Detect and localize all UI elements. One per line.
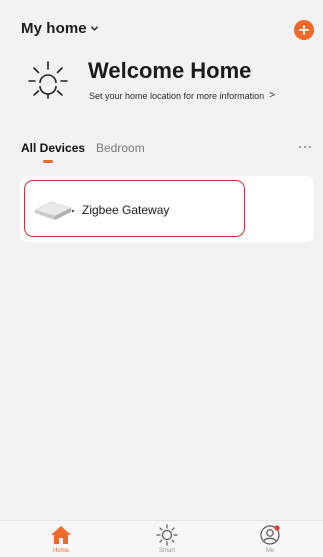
tab-all-devices[interactable]: All Devices	[21, 141, 86, 163]
chevron-down-icon	[90, 26, 98, 31]
tab-label: Bedroom	[96, 141, 145, 155]
home-selector[interactable]: My home	[21, 20, 99, 37]
plus-icon	[299, 25, 309, 35]
home-name: My home	[21, 20, 87, 37]
nav-me[interactable]: Me	[240, 524, 300, 554]
smart-sun-icon	[156, 524, 178, 546]
home-icon	[51, 526, 71, 544]
active-tab-indicator	[43, 160, 53, 163]
nav-label: Me	[265, 548, 275, 554]
chevron-right-icon: >	[269, 90, 275, 101]
welcome-subtitle[interactable]: Set your home location for more informat…	[89, 90, 275, 101]
tab-bedroom[interactable]: Bedroom	[96, 141, 145, 155]
nav-label: Smart	[158, 548, 175, 554]
room-tabs: All Devices Bedroom	[21, 141, 313, 171]
welcome-title: Welcome Home	[88, 58, 252, 83]
selection-highlight	[24, 180, 245, 237]
nav-home[interactable]: Home	[31, 524, 91, 554]
app-screen: My home Welcome Home Set your home locat…	[0, 0, 323, 557]
welcome-banner[interactable]: Welcome Home Set your home location for …	[28, 55, 318, 105]
device-card-zigbee-gateway[interactable]: Zigbee Gateway	[20, 176, 314, 242]
tab-label: All Devices	[21, 141, 86, 155]
nav-smart[interactable]: Smart	[137, 524, 197, 554]
user-icon	[260, 525, 280, 545]
nav-label: Home	[52, 548, 69, 554]
add-button[interactable]	[294, 20, 314, 40]
bottom-nav: Home Smart Me	[0, 520, 323, 557]
location-prompt: Set your home location for more informat…	[89, 90, 265, 101]
more-dots-icon[interactable]	[299, 146, 311, 148]
sun-icon	[28, 61, 68, 99]
